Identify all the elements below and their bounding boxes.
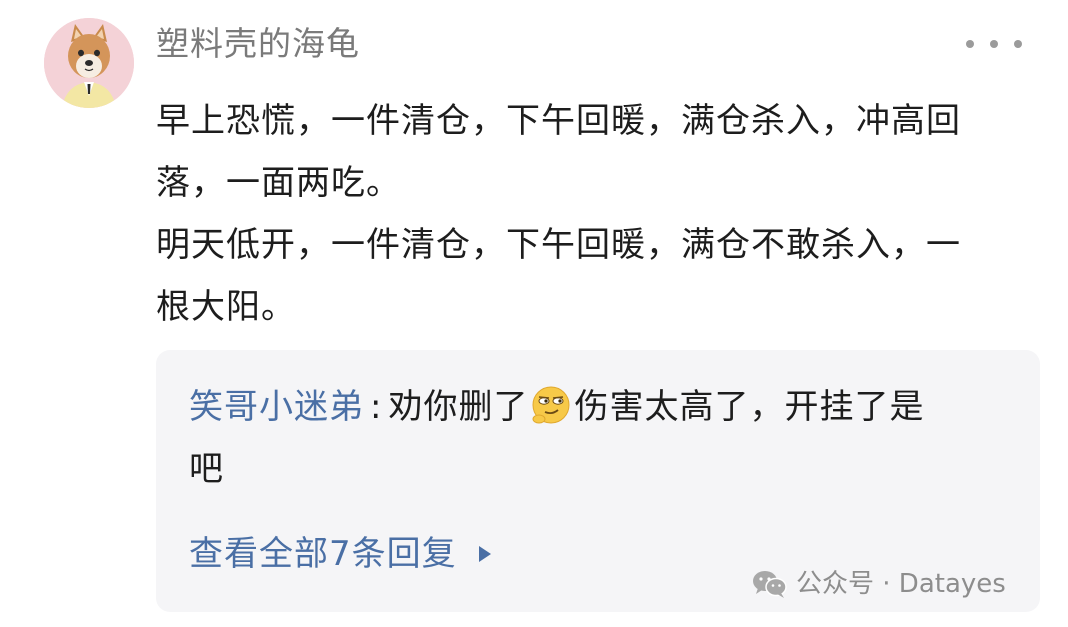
wechat-icon [753, 571, 787, 598]
post-author-name[interactable]: 塑料壳的海龟 [156, 22, 360, 66]
view-all-replies-link[interactable]: 查看全部7条回复 [189, 532, 491, 576]
post-content-line: 早上恐慌，一件清仓，下午回暖，满仓杀入，冲高回 [156, 101, 961, 141]
more-options-icon[interactable] [966, 32, 1022, 56]
reply-item: 笑哥小迷弟: 劝你删了 伤害太高了，开挂了是吧 [189, 376, 1019, 500]
reply-text: 劝你删了 [388, 387, 529, 427]
watermark-text: 公众号 · Datayes [796, 569, 1006, 599]
post-content-line: 根大阳。 [156, 287, 296, 327]
view-all-replies-label: 查看全部7条回复 [189, 534, 457, 574]
reply-text: 伤害太高了，开挂了是 [574, 387, 925, 427]
comment-card: 塑料壳的海龟 早上恐慌，一件清仓，下午回暖，满仓杀入，冲高回 落，一面两吃。 明… [0, 0, 1068, 627]
post-content-line: 落，一面两吃。 [156, 163, 401, 203]
avatar[interactable] [44, 18, 134, 108]
reply-text: 吧 [189, 449, 224, 489]
watermark: 公众号 · Datayes [752, 566, 1006, 602]
post-content-line: 明天低开，一件清仓，下午回暖，满仓不敢杀入，一 [156, 225, 961, 265]
shiba-dog-avatar-icon [44, 18, 134, 108]
smirk-emoji-icon [532, 386, 570, 424]
reply-separator: : [370, 387, 383, 427]
play-arrow-icon [478, 546, 491, 562]
post-content: 早上恐慌，一件清仓，下午回暖，满仓杀入，冲高回 落，一面两吃。 明天低开，一件清… [156, 90, 1036, 338]
reply-author-name[interactable]: 笑哥小迷弟 [189, 387, 364, 427]
